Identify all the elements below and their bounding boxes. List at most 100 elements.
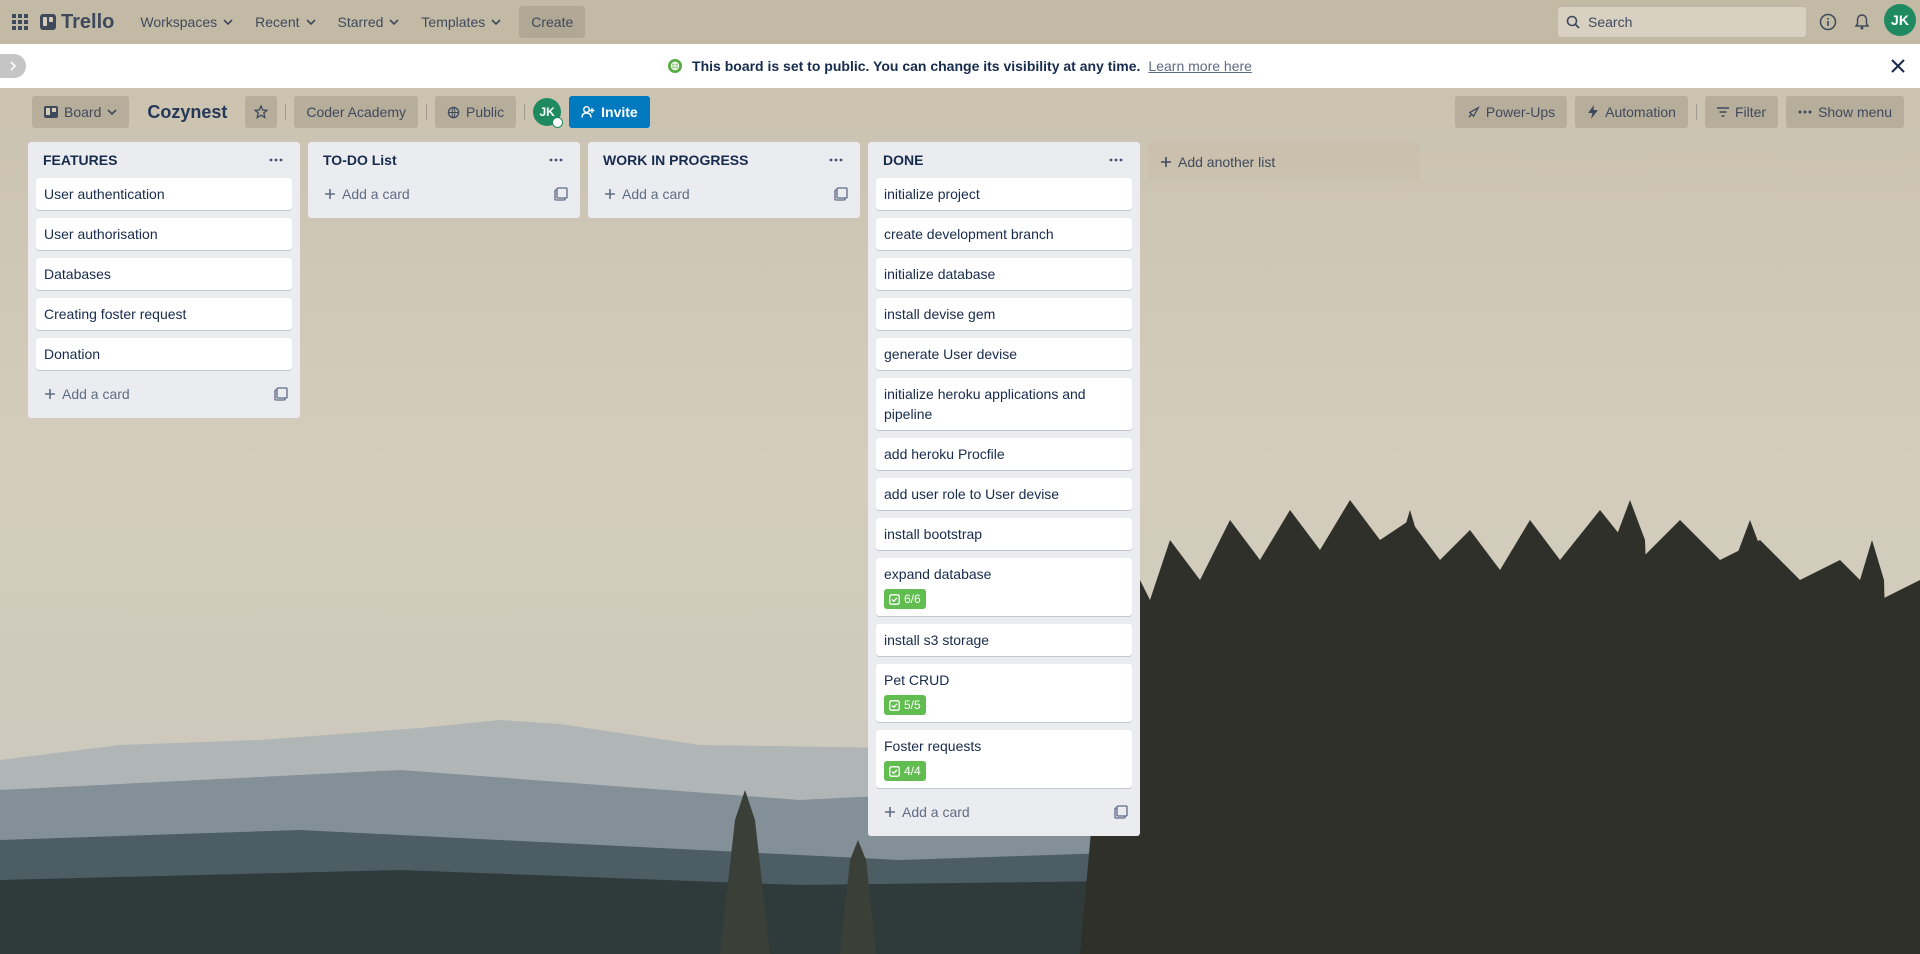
globe-icon: [447, 106, 460, 118]
list-header: FEATURES: [36, 142, 292, 178]
card[interactable]: add heroku Procfile: [876, 438, 1132, 470]
star-board-button[interactable]: [245, 96, 278, 128]
board-header-actions: Power-Ups Automation Filter Show menu: [1451, 96, 1908, 128]
board-member-avatar[interactable]: JK: [533, 98, 564, 128]
checklist-count: 4/4: [904, 764, 921, 778]
power-ups-button[interactable]: Power-Ups: [1454, 96, 1568, 128]
list-menu-icon[interactable]: [824, 148, 848, 172]
learn-more-link[interactable]: Learn more here: [1148, 58, 1252, 74]
nav-starred-label: Starred: [337, 14, 384, 30]
nav-templates[interactable]: Templates: [413, 6, 509, 38]
add-another-list-button[interactable]: Add another list: [1148, 142, 1420, 182]
rocket-icon: [1468, 105, 1480, 118]
card[interactable]: generate User devise: [876, 338, 1132, 370]
card-with-checklist[interactable]: expand database 6/6: [876, 558, 1132, 616]
banner-message: This board is set to public. You can cha…: [692, 58, 1141, 74]
nav-recent[interactable]: Recent: [247, 6, 323, 38]
list-menu-icon[interactable]: [264, 148, 288, 172]
automation-button[interactable]: Automation: [1575, 96, 1688, 128]
board-view-switcher[interactable]: Board: [32, 96, 130, 128]
list-todo: TO-DO List Add a card: [308, 142, 580, 218]
card[interactable]: install devise gem: [876, 298, 1132, 330]
filter-button[interactable]: Filter: [1704, 96, 1779, 128]
list-title[interactable]: DONE: [883, 152, 923, 168]
globe-icon: [668, 59, 683, 73]
nav-starred[interactable]: Starred: [330, 6, 408, 38]
add-card-label: Add a card: [62, 386, 130, 402]
create-from-template-icon[interactable]: [274, 387, 288, 401]
board-title[interactable]: Cozynest: [137, 102, 237, 123]
add-card-button[interactable]: Add a card: [36, 378, 292, 410]
header-divider: [1695, 104, 1697, 120]
add-card-button[interactable]: Add a card: [596, 178, 852, 210]
filter-label: Filter: [1734, 104, 1767, 120]
checklist-icon: [889, 699, 900, 711]
star-icon: [254, 105, 269, 119]
card-with-checklist[interactable]: Pet CRUD 5/5: [876, 664, 1132, 722]
nav-recent-label: Recent: [255, 14, 300, 30]
power-ups-label: Power-Ups: [1485, 104, 1556, 120]
checklist-badge: 4/4: [884, 761, 926, 781]
list-title[interactable]: TO-DO List: [323, 152, 397, 168]
trello-logo-icon: [40, 14, 56, 30]
nav-workspaces-label: Workspaces: [140, 14, 218, 30]
workspace-button[interactable]: Coder Academy: [294, 96, 418, 128]
add-card-button[interactable]: Add a card: [876, 796, 1132, 828]
card[interactable]: Donation: [36, 338, 292, 370]
card-title: Pet CRUD: [884, 672, 950, 688]
visibility-button[interactable]: Public: [434, 96, 517, 128]
show-menu-button[interactable]: Show menu: [1786, 96, 1904, 128]
invite-label: Invite: [601, 104, 638, 120]
add-card-button[interactable]: Add a card: [316, 178, 572, 210]
filter-icon: [1716, 107, 1729, 117]
sidebar-expand-button[interactable]: [0, 54, 26, 78]
card[interactable]: install s3 storage: [876, 624, 1132, 656]
card[interactable]: initialize project: [876, 178, 1132, 210]
list-title[interactable]: FEATURES: [43, 152, 117, 168]
checklist-icon: [889, 593, 900, 605]
info-icon[interactable]: [1816, 10, 1840, 34]
plus-icon: [325, 189, 335, 199]
lightning-icon: [1588, 105, 1599, 119]
trello-logo[interactable]: Trello: [40, 11, 114, 34]
list-title[interactable]: WORK IN PROGRESS: [603, 152, 748, 168]
card[interactable]: initialize heroku applications and pipel…: [876, 378, 1132, 430]
card[interactable]: add user role to User devise: [876, 478, 1132, 510]
add-card-label: Add a card: [902, 804, 970, 820]
chevron-down-icon: [491, 19, 501, 26]
create-from-template-icon[interactable]: [1114, 805, 1128, 819]
notifications-bell-icon[interactable]: [1850, 10, 1874, 34]
card[interactable]: create development branch: [876, 218, 1132, 250]
list-menu-icon[interactable]: [1104, 148, 1128, 172]
card[interactable]: initialize database: [876, 258, 1132, 290]
plus-icon: [45, 389, 55, 399]
card[interactable]: install bootstrap: [876, 518, 1132, 550]
board-view-label: Board: [64, 104, 102, 120]
card-with-checklist[interactable]: Foster requests 4/4: [876, 730, 1132, 788]
list-header: TO-DO List: [316, 142, 572, 178]
card-title: Foster requests: [884, 738, 982, 754]
close-icon[interactable]: [1888, 56, 1908, 76]
search-box[interactable]: [1557, 6, 1807, 38]
search-input[interactable]: [1588, 14, 1788, 30]
checklist-count: 5/5: [904, 698, 921, 712]
create-from-template-icon[interactable]: [834, 187, 848, 201]
checklist-badge: 5/5: [884, 695, 926, 715]
invite-button[interactable]: Invite: [569, 96, 650, 128]
nav-workspaces[interactable]: Workspaces: [132, 6, 241, 38]
card[interactable]: Databases: [36, 258, 292, 290]
card[interactable]: User authentication: [36, 178, 292, 210]
create-button[interactable]: Create: [519, 6, 586, 38]
user-avatar[interactable]: JK: [1884, 4, 1916, 36]
header-divider: [425, 104, 427, 120]
app-switcher-icon[interactable]: [8, 10, 32, 34]
list-menu-icon[interactable]: [544, 148, 568, 172]
create-from-template-icon[interactable]: [554, 187, 568, 201]
search-icon: [1566, 15, 1580, 29]
card[interactable]: User authorisation: [36, 218, 292, 250]
checklist-badge: 6/6: [884, 589, 926, 609]
logo-text: Trello: [61, 10, 115, 33]
nav-templates-label: Templates: [421, 14, 486, 30]
list-header: WORK IN PROGRESS: [596, 142, 852, 178]
card[interactable]: Creating foster request: [36, 298, 292, 330]
